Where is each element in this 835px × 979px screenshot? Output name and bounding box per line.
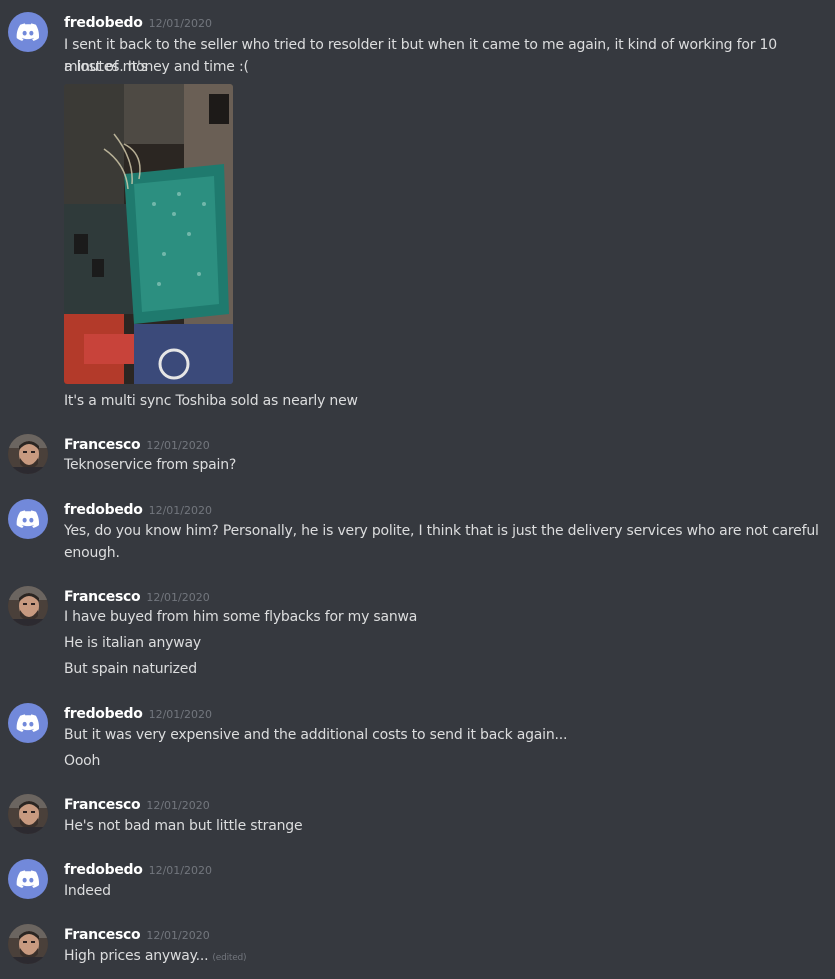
message-text: He's not bad man but little strange [64,818,303,834]
username[interactable]: Francesco [64,437,141,453]
avatar[interactable] [8,924,48,964]
message-text-content: High prices anyway... [64,948,209,964]
circuit-board-photo [64,84,233,384]
message-header: Francesco 12/01/2020 [64,794,210,814]
message-header: fredobedo 12/01/2020 [64,499,212,519]
message-text: Teknoservice from spain? [64,457,237,473]
avatar[interactable] [8,499,48,539]
message-header: Francesco 12/01/2020 [64,586,210,606]
timestamp: 12/01/2020 [148,864,212,877]
username[interactable]: Francesco [64,589,141,605]
username[interactable]: fredobedo [64,706,143,722]
message-header: fredobedo 12/01/2020 [64,859,212,879]
avatar[interactable] [8,794,48,834]
discord-logo-icon [15,506,41,532]
username[interactable]: fredobedo [64,15,143,31]
message-text: But spain naturized [64,661,197,677]
message-header: Francesco 12/01/2020 [64,434,210,454]
message-text: Yes, do you know him? Personally, he is … [64,523,819,539]
message-text: a lost of money and time :( [64,59,249,75]
message-text: He is italian anyway [64,635,201,651]
message-header: Francesco 12/01/2020 [64,924,210,944]
user-photo-avatar [8,586,48,626]
discord-logo-icon [15,710,41,736]
timestamp: 12/01/2020 [148,708,212,721]
timestamp: 12/01/2020 [148,504,212,517]
discord-logo-icon [15,19,41,45]
message-text: But it was very expensive and the additi… [64,727,568,743]
edited-label: (edited) [212,953,247,963]
avatar[interactable] [8,434,48,474]
username[interactable]: Francesco [64,797,141,813]
username[interactable]: Francesco [64,927,141,943]
message-text: I have buyed from him some flybacks for … [64,609,418,625]
avatar[interactable] [8,703,48,743]
timestamp: 12/01/2020 [148,17,212,30]
user-photo-avatar [8,434,48,474]
avatar[interactable] [8,586,48,626]
message-header: fredobedo 12/01/2020 [64,703,212,723]
timestamp: 12/01/2020 [146,929,210,942]
message-text: High prices anyway... (edited) [64,945,824,969]
avatar[interactable] [8,859,48,899]
user-photo-avatar [8,794,48,834]
timestamp: 12/01/2020 [146,439,210,452]
username[interactable]: fredobedo [64,862,143,878]
username[interactable]: fredobedo [64,502,143,518]
message-list: fredobedo 12/01/2020 I sent it back to th… [0,0,835,979]
discord-logo-icon [15,866,41,892]
avatar[interactable] [8,12,48,52]
message-text: enough. [64,545,120,561]
image-attachment[interactable] [64,84,233,384]
message-text: It's a multi sync Toshiba sold as nearly… [64,393,358,409]
message-text: Indeed [64,883,111,899]
message-text: Oooh [64,753,101,769]
timestamp: 12/01/2020 [146,799,210,812]
message-header: fredobedo 12/01/2020 [64,12,212,32]
user-photo-avatar [8,924,48,964]
timestamp: 12/01/2020 [146,591,210,604]
